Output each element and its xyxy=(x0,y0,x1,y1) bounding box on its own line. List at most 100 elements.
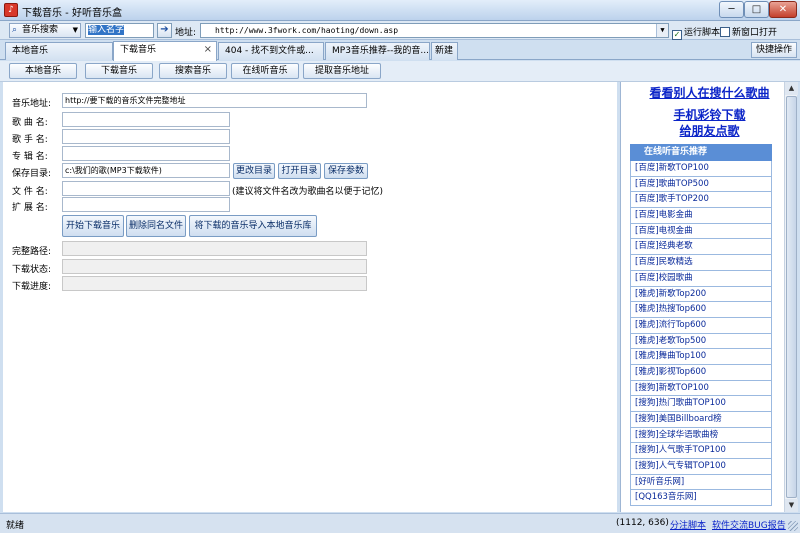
recommend-list-item[interactable]: [搜狗]全球华语歌曲榜 xyxy=(630,427,772,444)
dedicate-song-link[interactable]: 给朋友点歌 xyxy=(621,122,798,139)
tab-close-icon[interactable]: × xyxy=(204,42,212,58)
recommend-list-item[interactable]: [百度]校园歌曲 xyxy=(630,270,772,287)
tab-404[interactable]: 404 - 找不到文件或... xyxy=(218,42,324,60)
resize-grip-icon[interactable] xyxy=(788,521,798,531)
save-dir-input[interactable]: c:\我们的歌(MP3下载软件) xyxy=(62,163,230,178)
search-input-value: 输入名字 xyxy=(88,25,125,35)
start-download-button[interactable]: 开始下载音乐 xyxy=(62,215,124,237)
recommend-list-item[interactable]: [搜狗]新歌TOP100 xyxy=(630,380,772,397)
download-status-field xyxy=(62,259,367,274)
save-params-button[interactable]: 保存参数 xyxy=(324,163,368,179)
download-status-label: 下载状态: xyxy=(12,265,52,275)
sub-nav: 本地音乐 下载音乐 搜索音乐 在线听音乐 提取音乐地址 xyxy=(0,61,800,82)
recommend-list-item[interactable]: [百度]电影金曲 xyxy=(630,208,772,224)
recommend-list-item[interactable]: [搜狗]美国Billboard榜 xyxy=(630,412,772,428)
script-link[interactable]: 分注脚本 xyxy=(670,518,706,531)
recommend-list-item[interactable]: [搜狗]人气专辑TOP100 xyxy=(630,459,772,475)
recommend-list-item[interactable]: [雅虎]影视Top600 xyxy=(630,364,772,381)
search-type-label: 音乐搜索 xyxy=(22,25,59,35)
filename-input[interactable] xyxy=(62,181,230,196)
recommend-list-item[interactable]: [雅虎]新歌Top200 xyxy=(630,286,772,303)
recommend-list-item[interactable]: [百度]歌手TOP200 xyxy=(630,192,772,209)
filename-hint: (建议将文件名改为歌曲名以便于记忆) xyxy=(232,187,384,197)
search-input[interactable]: 输入名字 xyxy=(85,23,154,38)
checkbox-empty-icon xyxy=(720,27,730,37)
subnav-search-music[interactable]: 搜索音乐 xyxy=(159,63,227,79)
recommend-list-item[interactable]: [QQ163音乐网] xyxy=(630,490,772,507)
delete-same-name-button[interactable]: 删除同名文件 xyxy=(126,215,186,237)
hot-search-link[interactable]: 看看别人在搜什么歌曲 xyxy=(621,84,798,101)
maximize-button[interactable]: □ xyxy=(744,1,769,18)
music-url-label: 音乐地址: xyxy=(12,99,52,109)
recommend-items: [百度]新歌TOP100 [百度]歌曲TOP500 [百度]歌手TOP200 [百度]… xyxy=(630,161,772,507)
shortcut-button[interactable]: 快捷操作 xyxy=(751,42,797,58)
tab-label: 本地音乐 xyxy=(12,46,49,56)
recommend-list-item[interactable]: [雅虎]流行Top600 xyxy=(630,317,772,334)
tab-label: 新建 xyxy=(435,46,454,56)
subnav-download-music[interactable]: 下载音乐 xyxy=(85,63,153,79)
extension-label: 扩 展 名: xyxy=(12,203,48,213)
import-local-library-button[interactable]: 将下载的音乐导入本地音乐库 xyxy=(189,215,317,237)
recommend-list-item[interactable]: [搜狗]人气歌手TOP100 xyxy=(630,443,772,460)
close-button[interactable]: ✕ xyxy=(769,1,797,18)
checkbox-checked-icon: ✓ xyxy=(672,30,682,40)
subnav-extract-url[interactable]: 提取音乐地址 xyxy=(303,63,381,79)
recommend-list-item[interactable]: [雅虎]舞曲Top100 xyxy=(630,349,772,365)
singer-name-input[interactable] xyxy=(62,129,230,144)
recommend-list-title: 在线听音乐推荐 xyxy=(630,144,772,161)
chevron-down-icon[interactable]: ▼ xyxy=(656,24,668,37)
recommend-list-item[interactable]: [百度]歌曲TOP500 xyxy=(630,176,772,193)
song-name-input[interactable] xyxy=(62,112,230,127)
title-bar: ♪ 下载音乐 - 好听音乐盒 ─ □ ✕ xyxy=(0,0,800,21)
tab-local-music[interactable]: 本地音乐 xyxy=(5,42,113,60)
scrollbar-thumb[interactable] xyxy=(786,96,797,498)
tab-new[interactable]: 新建 xyxy=(431,42,458,60)
new-window-checkbox[interactable]: 新窗口打开 xyxy=(720,25,777,38)
recommend-list-item[interactable]: [搜狗]热门歌曲TOP100 xyxy=(630,396,772,412)
subnav-online-music[interactable]: 在线听音乐 xyxy=(231,63,299,79)
ringtone-link[interactable]: 手机彩铃下载 xyxy=(621,106,798,123)
subnav-local-music[interactable]: 本地音乐 xyxy=(9,63,77,79)
tab-download-music[interactable]: 下载音乐 × xyxy=(113,41,217,61)
tab-label: 下载音乐 xyxy=(120,45,157,55)
scroll-up-icon[interactable]: ▲ xyxy=(785,82,798,95)
search-go-button[interactable]: ➔ xyxy=(157,23,172,38)
music-url-input[interactable]: http://要下载的音乐文件完整地址 xyxy=(62,93,367,108)
app-icon: ♪ xyxy=(4,3,18,17)
song-name-label: 歌 曲 名: xyxy=(12,118,48,128)
recommend-panel: 看看别人在搜什么歌曲 手机彩铃下载 给朋友点歌 在线听音乐推荐 [百度]新歌TO… xyxy=(620,82,798,512)
minimize-button[interactable]: ─ xyxy=(719,1,744,18)
open-dir-button[interactable]: 打开目录 xyxy=(278,163,321,179)
tab-mp3-recommend[interactable]: MP3音乐推荐--我的音... xyxy=(325,42,430,60)
album-name-input[interactable] xyxy=(62,146,230,161)
bug-report-link[interactable]: 软件交流BUG报告 xyxy=(712,518,786,531)
singer-name-label: 歌 手 名: xyxy=(12,135,48,145)
address-input[interactable]: http://www.3fwork.com/haoting/down.asp ▼ xyxy=(200,23,669,38)
extension-input[interactable] xyxy=(62,197,230,212)
recommend-list-item[interactable]: [百度]电视金曲 xyxy=(630,223,772,240)
search-type-dropdown[interactable]: ⌕ 音乐搜索 ▼ xyxy=(9,23,81,38)
status-bar: 就绪 (1112, 636) 分注脚本 软件交流BUG报告 xyxy=(0,513,800,533)
new-window-label: 新窗口打开 xyxy=(732,28,778,38)
recommend-list-item[interactable]: [百度]经典老歌 xyxy=(630,239,772,256)
chevron-down-icon: ▼ xyxy=(72,26,78,34)
album-name-label: 专 辑 名: xyxy=(12,152,48,162)
tab-strip: 本地音乐 下载音乐 × 404 - 找不到文件或... MP3音乐推荐--我的音.… xyxy=(0,40,800,61)
scroll-down-icon[interactable]: ▼ xyxy=(785,499,798,512)
arrow-right-icon: ➔ xyxy=(160,24,169,35)
change-dir-button[interactable]: 更改目录 xyxy=(233,163,275,179)
vertical-scrollbar[interactable]: ▲ ▼ xyxy=(784,82,798,512)
recommend-list-item[interactable]: [雅虎]老歌Top500 xyxy=(630,333,772,350)
tab-label: MP3音乐推荐--我的音... xyxy=(332,46,429,56)
recommend-list-item[interactable]: [百度]民歌精选 xyxy=(630,255,772,271)
full-path-label: 完整路径: xyxy=(12,247,52,257)
run-script-checkbox[interactable]: ✓ 运行脚本 xyxy=(672,25,720,40)
save-dir-label: 保存目录: xyxy=(12,169,52,179)
recommend-list-item[interactable]: [好听音乐网] xyxy=(630,474,772,491)
online-recommend-list: 在线听音乐推荐 [百度]新歌TOP100 [百度]歌曲TOP500 [百度]歌手TO… xyxy=(630,144,772,507)
search-icon: ⌕ xyxy=(12,25,18,35)
recommend-list-item[interactable]: [百度]新歌TOP100 xyxy=(630,161,772,177)
download-form-panel: 音乐地址: http://要下载的音乐文件完整地址 歌 曲 名: 歌 手 名: … xyxy=(3,82,617,512)
cursor-coordinates: (1112, 636) xyxy=(616,518,669,528)
recommend-list-item[interactable]: [雅虎]热搜Top600 xyxy=(630,302,772,318)
